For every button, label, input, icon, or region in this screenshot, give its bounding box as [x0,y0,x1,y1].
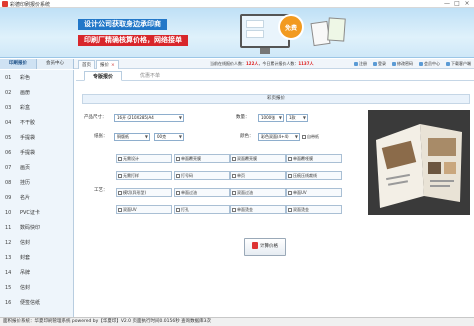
window-controls: — □ × [442,0,472,8]
sidebar-item[interactable]: 08 挂历 [0,177,74,189]
calculator-icon [252,241,258,249]
process-option[interactable]: 打号码 [174,171,230,180]
color-label: 颜色： [240,134,254,139]
banner-slogan-primary: 设计公司获取身边承印商 [78,19,167,30]
main-panel: 专版报价 优惠不单 彩页报价 产品尺寸： 16开 (210X285)A4 ▼ 数量… [76,70,474,317]
minimize-button[interactable]: — [442,0,452,8]
quantity-select[interactable]: 1000张 ▼ [258,114,284,122]
maximize-button[interactable]: □ [452,0,462,8]
sidebar-item[interactable]: 02 画册 [0,87,74,99]
free-badge: 免费 [278,14,304,40]
process-option[interactable]: 打孔 [174,205,230,214]
chevron-down-icon: ▼ [144,134,148,139]
process-option[interactable]: 压痕压线裁线 [286,171,342,180]
brochure-illustration [368,110,470,215]
sidebar-item[interactable]: 03 彩盒 [0,102,74,114]
process-option[interactable]: 单面UV [286,188,342,197]
process-option[interactable]: 无需打样 [116,171,172,180]
sidebar-item[interactable]: 12 信封 [0,237,74,249]
process-option[interactable]: 单面过油 [174,188,230,197]
change-password-link[interactable]: 修改密码 [392,59,413,69]
window-title: 彩德印刷报价系统 [10,2,51,8]
user-plus-icon [354,61,358,66]
toolbar-links: 注册 登录 修改密码 会员中心 下载客户端 [354,59,471,69]
own-paper-checkbox[interactable]: 自带纸 [302,134,319,140]
paper-label: 纸张： [94,134,108,139]
close-button[interactable]: × [462,0,472,8]
register-link[interactable]: 注册 [354,59,367,69]
today-count: 1137人 [298,61,314,66]
process-option[interactable]: 双面UV [116,205,172,214]
header-banner: 设计公司获取身边承印商 印刷厂精确核算价格，网络接单 免费 [0,8,474,58]
size-label: 产品尺寸： [84,115,107,120]
sidebar-item[interactable]: 15 信封 [0,282,74,294]
process-option[interactable]: 双面烫金 [286,205,342,214]
paper-weight-select[interactable]: 00克 ▼ [154,133,184,141]
notice-middle: ，今日累计报价人数： [258,61,299,66]
sidebar-item[interactable]: 01 彩色 [0,72,74,84]
style-count-select[interactable]: 1款 ▼ [286,114,308,122]
sidebar-title[interactable]: 印刷报价 [0,59,37,69]
sidebar-item[interactable]: 07 画页 [0,162,74,174]
process-option[interactable]: 单面覆亮膜 [174,154,230,163]
online-notice: 当前在线报价人数：122人，今日累计报价人数：1137人 [210,59,314,69]
color-select[interactable]: 彩色双面(4+4) ▼ [258,133,300,141]
key-icon [392,61,396,66]
checkbox[interactable] [302,135,306,139]
online-count: 122人 [246,61,259,66]
size-select[interactable]: 16开 (210X285)A4 ▼ [114,114,184,122]
sidebar-item[interactable]: 04 不干胶 [0,117,74,129]
tab-discount[interactable]: 优惠不单 [132,71,168,81]
sidebar-item[interactable]: 14 吊牌 [0,267,74,279]
download-icon [446,61,450,66]
card-illustration [327,17,346,42]
status-bar: 面积报价系统：华夏印刷管理系统 powered by【华夏印】V2.0 页面执行… [0,317,474,326]
member-center-title[interactable]: 会员中心 [37,59,74,69]
sidebar-item[interactable]: 05 手提袋 [0,132,74,144]
app-icon [2,1,8,7]
close-icon[interactable]: × [111,63,115,68]
tab-quote[interactable]: 报价 × [96,60,119,69]
process-label: 工艺： [94,188,108,193]
chevron-down-icon: ▼ [278,115,282,120]
sidebar-item[interactable]: 09 名片 [0,192,74,204]
process-option[interactable]: 双面过油 [230,188,286,197]
chevron-down-icon: ▼ [178,134,182,139]
sidebar-item[interactable]: 10 PVC证卡 [0,207,74,219]
tab-professional-quote[interactable]: 专版报价 [84,71,122,81]
member-icon [419,61,423,66]
sidebar: 01 彩色 02 画册 03 彩盒 04 不干胶 05 手提袋 06 手提袋 07 画页 08… [0,70,74,317]
sub-tabs: 专版报价 优惠不单 [76,70,474,81]
process-option[interactable]: 单面烫金 [230,205,286,214]
calculate-price-button[interactable]: 计算价格 [244,238,286,256]
chevron-down-icon: ▼ [178,115,182,120]
tab-label: 首页 [82,63,91,68]
product-preview-image [368,110,470,215]
member-center-link[interactable]: 会员中心 [419,59,440,69]
banner-slogan-secondary: 印刷厂精确核算价格，网络接单 [78,35,188,46]
tab-label: 报价 [100,63,109,68]
chevron-down-icon: ▼ [302,115,306,120]
process-option[interactable]: 模切(异形型) [116,188,172,197]
sidebar-item[interactable]: 13 封套 [0,252,74,264]
paper-select[interactable]: 铜版纸 ▼ [114,133,150,141]
login-icon [373,61,377,66]
quantity-label: 数量： [236,115,250,120]
process-option[interactable]: 双面覆亮膜 [230,154,286,163]
sidebar-item[interactable]: 11 数码快印 [0,222,74,234]
login-link[interactable]: 登录 [373,59,386,69]
notice-prefix: 当前在线报价人数： [210,61,246,66]
process-option[interactable]: 单面覆哑膜 [286,154,342,163]
process-option[interactable]: 无需设计 [116,154,172,163]
title-bar: 彩德印刷报价系统 — □ × [0,0,474,8]
section-title: 彩页报价 [82,94,470,104]
process-option[interactable]: 单页 [230,171,286,180]
sidebar-item[interactable]: 06 手提袋 [0,147,74,159]
download-client-link[interactable]: 下载客户端 [446,59,471,69]
toolbar: 印刷报价 会员中心 首页 报价 × 当前在线报价人数：122人，今日累计报价人数：… [0,59,474,69]
tab-home[interactable]: 首页 [78,60,95,69]
chevron-down-icon: ▼ [294,134,298,139]
sidebar-item[interactable]: 16 便签信纸 [0,297,74,309]
